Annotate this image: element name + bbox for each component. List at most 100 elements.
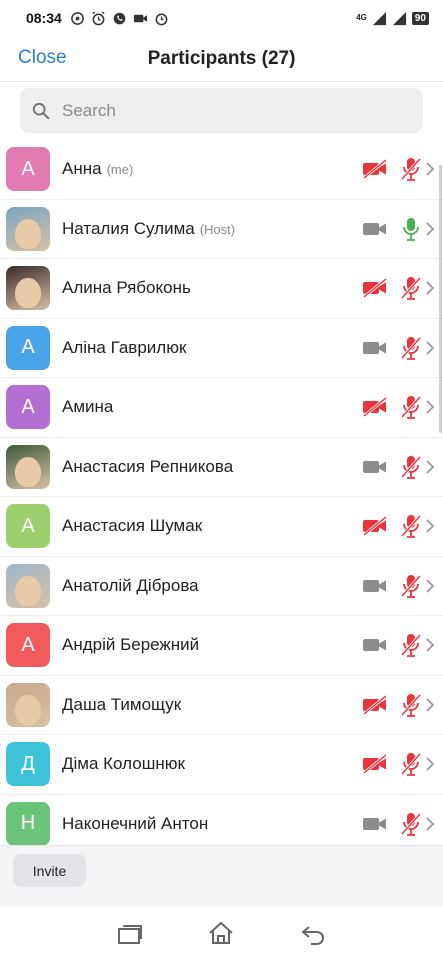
avatar: А: [6, 325, 50, 370]
avatar: [6, 266, 50, 311]
participant-name-text: Андрій Бережний: [62, 635, 200, 655]
participant-row[interactable]: Даша Тимощук: [0, 676, 443, 735]
video-icon: [363, 579, 386, 592]
participant-name-text: Даша Тимощук: [62, 694, 182, 714]
video-off-icon: [363, 278, 387, 299]
system-nav-bar: [0, 907, 443, 960]
chevron-right-icon[interactable]: [425, 637, 435, 653]
participant-role-tag: (me): [106, 162, 134, 178]
participant-name-text: Наконечний Антон: [62, 813, 209, 833]
participant-name: Наконечний Антон: [62, 814, 208, 834]
participant-name: Діма Колошнюк: [62, 754, 185, 774]
battery-level: 90: [411, 11, 429, 25]
participant-name: Анастасия Шумак: [62, 516, 202, 536]
chevron-right-icon[interactable]: [425, 161, 435, 177]
chevron-right-icon[interactable]: [425, 697, 435, 713]
chevron-right-icon[interactable]: [425, 340, 435, 356]
page-title: Participants (27): [147, 47, 296, 69]
participant-name-text: Алина Рябоконь: [62, 278, 191, 298]
participant-name-text: Анатолій Діброва: [62, 575, 199, 595]
chevron-right-icon[interactable]: [425, 459, 435, 475]
scrollbar[interactable]: [439, 165, 442, 433]
participant-name: Андрій Бережний: [62, 635, 199, 655]
participant-row[interactable]: Д Діма Колошнюк: [0, 735, 443, 795]
participant-name-text: Наталия Сулима: [62, 218, 195, 238]
participant-name-text: Анастасия Шумак: [62, 516, 203, 536]
chevron-right-icon[interactable]: [425, 756, 435, 772]
recent-apps-icon[interactable]: [116, 921, 144, 947]
avatar-photo: [15, 694, 41, 725]
video-icon: [363, 460, 386, 473]
chevron-right-icon[interactable]: [425, 518, 435, 534]
mic-icon: [403, 217, 419, 241]
participant-name: Даша Тимощук: [62, 695, 181, 715]
mic-off-icon: [400, 753, 422, 777]
avatar: [6, 444, 50, 489]
footer: Invite: [0, 845, 443, 907]
avatar-photo: [15, 218, 41, 249]
avatar: А: [6, 504, 50, 549]
video-icon: [363, 639, 386, 652]
participant-row[interactable]: Алина Рябоконь: [0, 259, 443, 319]
mic-off-icon: [400, 515, 422, 539]
participant-row[interactable]: А Андрій Бережний: [0, 616, 443, 676]
avatar: Н: [6, 801, 50, 845]
status-time: 08:34: [26, 10, 62, 26]
participant-role-tag: (Host): [199, 221, 236, 237]
participant-row[interactable]: А Анастасия Шумак: [0, 497, 443, 557]
participant-row[interactable]: Анастасия Репникова: [0, 438, 443, 497]
chevron-right-icon[interactable]: [425, 221, 435, 237]
chevron-right-icon[interactable]: [425, 578, 435, 594]
chevron-right-icon[interactable]: [425, 399, 435, 415]
video-off-icon: [363, 516, 387, 537]
avatar: А: [6, 147, 50, 192]
participant-name: Наталия Сулима (Host): [62, 219, 235, 239]
participant-name: Алина Рябоконь: [62, 278, 191, 298]
mic-off-icon: [400, 336, 422, 360]
participant-name: Амина: [62, 397, 113, 417]
video-off-icon: [363, 397, 387, 418]
participant-list[interactable]: А Анна (me) Наталия Сулима (Host) Алина Рябок…: [0, 140, 443, 845]
video-icon: [363, 817, 386, 830]
home-icon[interactable]: [207, 920, 235, 946]
mic-off-icon: [400, 455, 422, 479]
participant-name: Анастасия Репникова: [62, 457, 233, 477]
mic-off-icon: [400, 693, 422, 717]
chevron-right-icon[interactable]: [425, 280, 435, 296]
search-bar[interactable]: [20, 88, 423, 133]
search-input[interactable]: [60, 99, 394, 122]
back-icon[interactable]: [299, 921, 327, 947]
avatar-photo: [15, 278, 41, 309]
participant-row[interactable]: А Аліна Гаврилюк: [0, 319, 443, 378]
participant-name: Анна (me): [62, 159, 133, 179]
avatar: [6, 206, 50, 251]
close-button[interactable]: Close: [18, 47, 67, 69]
search-icon: [32, 102, 50, 119]
video-off-icon: [363, 694, 387, 715]
network-type: 4G: [356, 13, 367, 22]
chevron-right-icon[interactable]: [425, 816, 435, 832]
participant-name-text: Діма Колошнюк: [62, 754, 185, 774]
signal-icon-2: [392, 11, 406, 25]
participant-row[interactable]: Наталия Сулима (Host): [0, 200, 443, 259]
video-off-icon: [363, 754, 387, 775]
avatar: [6, 563, 50, 608]
participant-row[interactable]: А Амина: [0, 378, 443, 438]
notification-app-icon: [70, 11, 84, 25]
status-right: 4G 90: [356, 11, 429, 26]
participant-row[interactable]: А Анна (me): [0, 140, 443, 200]
avatar-photo: [15, 575, 41, 606]
alarm-icon: [92, 10, 105, 25]
video-icon: [363, 222, 386, 235]
avatar: А: [6, 385, 50, 430]
participant-name-text: Анастасия Репникова: [62, 456, 234, 476]
participant-name: Анатолій Діброва: [62, 576, 199, 596]
video-notification-icon: [133, 14, 147, 22]
participant-row[interactable]: Н Наконечний Антон: [0, 795, 443, 845]
invite-button[interactable]: Invite: [13, 854, 86, 887]
participant-name-text: Амина: [62, 397, 114, 417]
avatar-photo: [15, 456, 41, 487]
header: Close Participants (27): [0, 36, 443, 82]
participant-row[interactable]: Анатолій Діброва: [0, 557, 443, 616]
mic-off-icon: [400, 277, 422, 301]
